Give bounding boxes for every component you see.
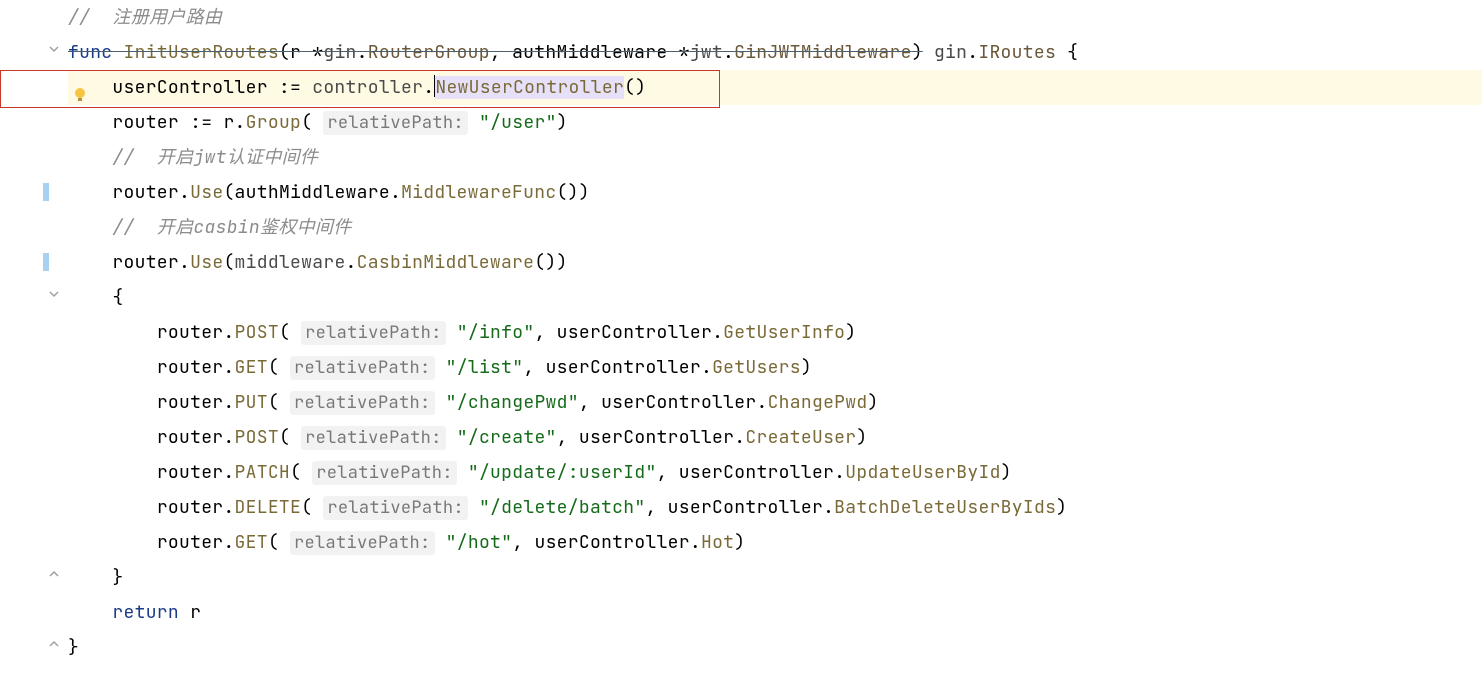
change-marker xyxy=(43,253,49,271)
code-line[interactable]: router.PATCH( relativePath: "/update/:us… xyxy=(68,455,1482,490)
code-line[interactable]: return r xyxy=(68,595,1482,630)
parameter-hint: relativePath: xyxy=(290,391,435,415)
selected-reference: NewUserController xyxy=(435,76,624,99)
code-line[interactable]: // 开启casbin鉴权中间件 xyxy=(68,210,1482,245)
parameter-hint: relativePath: xyxy=(323,496,468,520)
keyword: func xyxy=(68,41,112,64)
parameter-hint: relativePath: xyxy=(323,111,468,135)
code-line[interactable]: router.Use(middleware.CasbinMiddleware()… xyxy=(68,245,1482,280)
code-line-current[interactable]: userController := controller.NewUserCont… xyxy=(68,70,1482,105)
keyword: return xyxy=(112,601,179,624)
gutter xyxy=(0,0,60,665)
parameter-hint: relativePath: xyxy=(301,426,446,450)
code-editor[interactable]: // 注册用户路由 func InitUserRoutes(r *gin.Rou… xyxy=(0,0,1482,665)
code-line[interactable]: } xyxy=(68,560,1482,595)
code-line[interactable]: // 注册用户路由 xyxy=(68,0,1482,35)
code-line[interactable]: router.DELETE( relativePath: "/delete/ba… xyxy=(68,490,1482,525)
code-line[interactable]: router.PUT( relativePath: "/changePwd", … xyxy=(68,385,1482,420)
fold-marker-icon[interactable] xyxy=(48,568,60,580)
change-marker xyxy=(43,183,49,201)
code-line[interactable]: router.POST( relativePath: "/create", us… xyxy=(68,420,1482,455)
fold-marker-icon[interactable] xyxy=(48,638,60,650)
parameter-hint: relativePath: xyxy=(301,321,446,345)
intention-bulb-icon[interactable] xyxy=(72,80,88,96)
code-line[interactable]: router.GET( relativePath: "/list", userC… xyxy=(68,350,1482,385)
fold-marker-icon[interactable] xyxy=(48,288,60,300)
code-line[interactable]: { xyxy=(68,280,1482,315)
fold-marker-icon[interactable] xyxy=(48,43,60,55)
parameter-hint: relativePath: xyxy=(290,356,435,380)
code-line[interactable]: func InitUserRoutes(r *gin.RouterGroup, … xyxy=(68,35,1482,70)
code-area[interactable]: // 注册用户路由 func InitUserRoutes(r *gin.Rou… xyxy=(60,0,1482,665)
code-line[interactable]: router := r.Group( relativePath: "/user"… xyxy=(68,105,1482,140)
comment: // 开启jwt认证中间件 xyxy=(112,146,318,169)
code-line[interactable]: router.Use(authMiddleware.MiddlewareFunc… xyxy=(68,175,1482,210)
code-line[interactable]: router.POST( relativePath: "/info", user… xyxy=(68,315,1482,350)
parameter-hint: relativePath: xyxy=(290,531,435,555)
code-line[interactable]: } xyxy=(68,630,1482,665)
function-name: InitUserRoutes xyxy=(124,41,279,64)
comment: // 开启casbin鉴权中间件 xyxy=(112,216,351,239)
parameter-hint: relativePath: xyxy=(312,461,457,485)
comment: // 注册用户路由 xyxy=(68,6,222,29)
code-line[interactable]: // 开启jwt认证中间件 xyxy=(68,140,1482,175)
code-line[interactable]: router.GET( relativePath: "/hot", userCo… xyxy=(68,525,1482,560)
